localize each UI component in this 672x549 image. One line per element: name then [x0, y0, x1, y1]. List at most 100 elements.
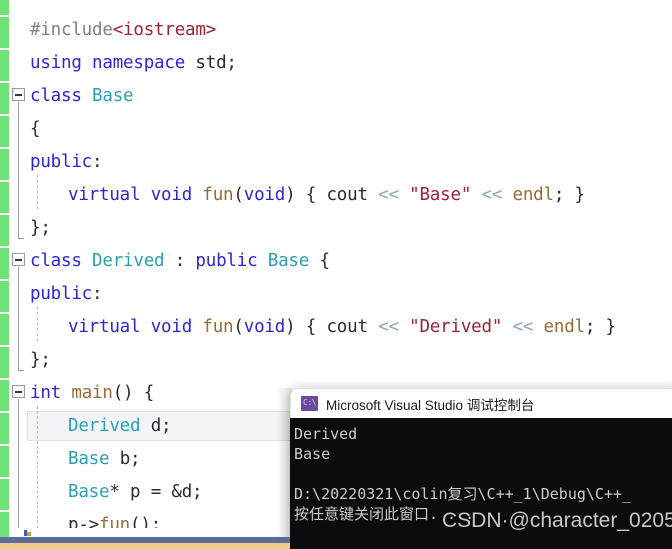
code-token: main	[71, 383, 113, 403]
code-line-text: using namespace std;	[30, 47, 237, 80]
code-line[interactable]: public:	[0, 146, 672, 179]
collapse-region-button[interactable]	[12, 88, 25, 101]
code-token: (	[233, 317, 244, 337]
code-line[interactable]: class Derived : public Base {	[0, 245, 672, 278]
vs-console-icon: C:\	[301, 396, 318, 411]
code-line[interactable]: };	[0, 344, 672, 377]
code-token: Derived	[68, 416, 141, 436]
code-token: int	[30, 383, 62, 403]
code-line[interactable]: public:	[0, 278, 672, 311]
code-token: void	[243, 185, 286, 205]
structure-guide-line	[18, 267, 19, 370]
console-output-line: Derived	[294, 425, 358, 443]
code-token: d	[150, 416, 162, 436]
code-token: d	[181, 482, 193, 502]
change-bar-segment	[0, 380, 9, 411]
change-bar-segment	[0, 512, 9, 537]
code-line-text: public:	[30, 146, 103, 179]
code-token: virtual	[68, 317, 141, 337]
code-token: (	[233, 185, 244, 205]
change-bar-segment	[0, 0, 9, 15]
code-token: class	[30, 251, 82, 271]
code-token: ) {	[285, 185, 327, 205]
change-bar-segment	[0, 149, 9, 180]
code-token: public	[30, 284, 93, 304]
code-token: <iostream>	[112, 20, 217, 40]
change-bar-segment	[0, 314, 9, 345]
change-bar-segment	[0, 116, 9, 147]
code-token: {	[309, 251, 330, 271]
code-token: ; }	[553, 185, 585, 205]
code-token: Base	[267, 251, 310, 271]
code-token: {	[30, 119, 41, 139]
code-token: ;	[161, 416, 172, 436]
code-line[interactable]: #include<iostream>	[0, 14, 672, 47]
code-line-text: Base* p = &d;	[68, 476, 203, 509]
code-line[interactable]: virtual void fun(void) { cout << "Base" …	[0, 179, 672, 212]
code-line[interactable]: };	[0, 212, 672, 245]
code-token: <<	[378, 185, 399, 205]
debug-console-window[interactable]: C:\ Microsoft Visual Studio 调试控制台 Derive…	[290, 388, 672, 549]
code-token: ; }	[584, 317, 616, 337]
code-line[interactable]: virtual void fun(void) { cout << "Derive…	[0, 311, 672, 344]
code-token: <<	[481, 185, 503, 205]
code-token: namespace	[92, 53, 186, 73]
code-token: cout	[326, 185, 368, 205]
console-output-line: Base	[294, 445, 331, 463]
code-token: ;	[226, 53, 237, 73]
code-token: <<	[378, 317, 399, 337]
code-token: ) {	[285, 317, 327, 337]
code-line[interactable]: class Base	[0, 80, 672, 113]
code-token: Derived	[92, 251, 165, 271]
code-token: fun	[202, 185, 234, 205]
editor-foot-marker-icon	[24, 530, 31, 536]
code-token: Base	[92, 86, 134, 106]
code-line-text: class Base	[30, 80, 134, 113]
change-bar-segment	[0, 215, 9, 246]
code-token: = &	[140, 482, 182, 502]
code-token: class	[30, 86, 82, 106]
console-titlebar[interactable]: C:\ Microsoft Visual Studio 调试控制台	[290, 388, 672, 418]
code-token: void	[150, 185, 193, 205]
code-line-text: Base b;	[68, 443, 141, 476]
code-token: p	[130, 482, 141, 502]
code-token: public	[195, 251, 258, 271]
code-line[interactable]: using namespace std;	[0, 47, 672, 80]
collapse-region-button[interactable]	[12, 253, 25, 266]
code-token: void	[243, 317, 286, 337]
change-bar-segment	[0, 50, 9, 81]
change-bar-segment	[0, 413, 9, 444]
console-output-area[interactable]: Derived Base D:\20220321\colin复习\C++_1\Deb…	[290, 418, 672, 549]
bottom-bar-console-overlap	[290, 537, 672, 549]
code-token: () {	[112, 383, 155, 403]
code-line[interactable]: {	[0, 113, 672, 146]
code-token: public	[30, 152, 93, 172]
editor-bottom-strip	[9, 528, 290, 537]
indent-guide-line	[37, 307, 38, 341]
change-bar-segment	[0, 17, 9, 48]
code-line-text: public:	[30, 278, 103, 311]
code-line-text: };	[30, 212, 51, 245]
collapse-region-button[interactable]	[12, 385, 25, 398]
code-token: virtual	[68, 185, 141, 205]
code-token: :	[92, 152, 103, 172]
code-token: :	[92, 284, 103, 304]
change-bar-segment	[0, 281, 9, 312]
code-token: :	[164, 251, 196, 271]
code-token: cout	[326, 317, 368, 337]
